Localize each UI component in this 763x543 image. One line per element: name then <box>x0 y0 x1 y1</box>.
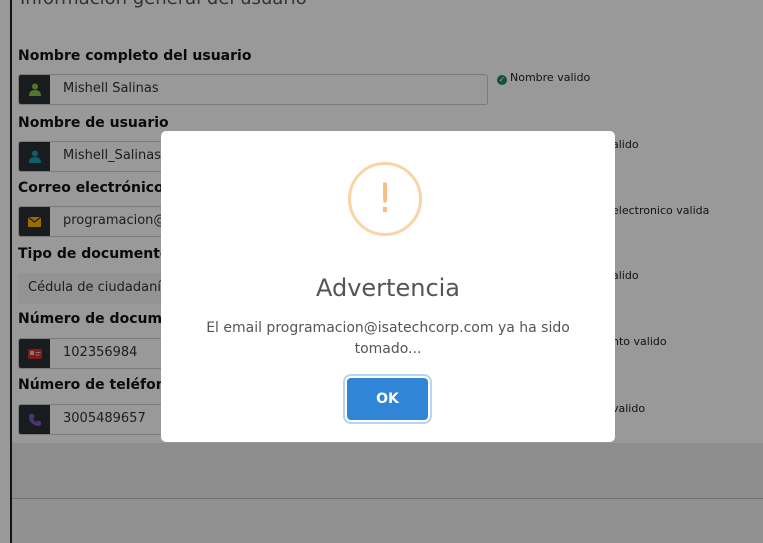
dialog-title: Advertencia <box>315 274 461 302</box>
dialog-message: El email programacion@isatechcorp.com ya… <box>206 320 570 357</box>
ok-button[interactable]: OK <box>347 378 428 420</box>
warning-icon: ! <box>348 162 422 236</box>
warning-dialog: ! Advertencia El email programacion@isat… <box>161 131 615 442</box>
